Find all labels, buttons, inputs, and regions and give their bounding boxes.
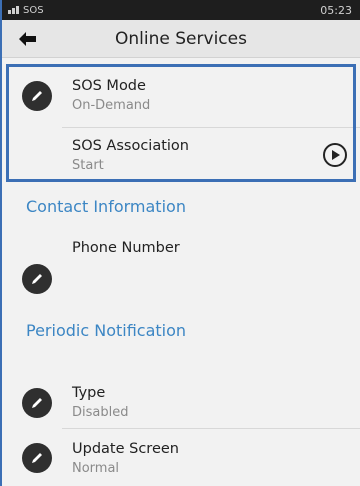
status-time: 05:23 xyxy=(320,3,352,17)
edit-icon[interactable] xyxy=(22,443,52,473)
edit-icon[interactable] xyxy=(22,388,52,418)
title-bar: Online Services xyxy=(2,20,360,58)
phone-number-row[interactable]: Phone Number xyxy=(2,230,360,308)
type-label: Type xyxy=(72,385,106,401)
page-title: Online Services xyxy=(115,28,247,49)
sos-association-row[interactable]: SOS Association Start xyxy=(2,128,360,182)
section-periodic-notification: Periodic Notification xyxy=(26,320,187,340)
back-arrow-icon xyxy=(19,31,36,46)
section-contact-information: Contact Information xyxy=(26,196,186,216)
edit-icon[interactable] xyxy=(22,264,52,294)
play-circle-icon[interactable] xyxy=(322,142,348,168)
screen: SOS 05:23 Online Services SOS Mode On-De… xyxy=(0,0,360,486)
sos-association-label: SOS Association xyxy=(72,137,189,154)
sos-association-value: Start xyxy=(72,157,104,173)
edit-icon[interactable] xyxy=(22,80,52,111)
phone-number-label: Phone Number xyxy=(72,240,180,256)
sos-mode-value: On-Demand xyxy=(72,98,151,113)
status-bar: SOS 05:23 xyxy=(2,0,360,20)
status-app-label: SOS xyxy=(23,4,44,16)
update-screen-label: Update Screen xyxy=(72,440,179,457)
sos-mode-row[interactable]: SOS Mode On-Demand xyxy=(2,64,360,127)
update-screen-value: Normal xyxy=(72,460,120,476)
type-row[interactable]: Type Disabled xyxy=(2,352,360,428)
network-icon xyxy=(8,6,19,14)
back-button[interactable] xyxy=(8,20,48,58)
sos-mode-label: SOS Mode xyxy=(72,78,146,94)
type-value: Disabled xyxy=(72,405,129,420)
update-screen-row[interactable]: Update Screen Normal xyxy=(2,429,360,486)
